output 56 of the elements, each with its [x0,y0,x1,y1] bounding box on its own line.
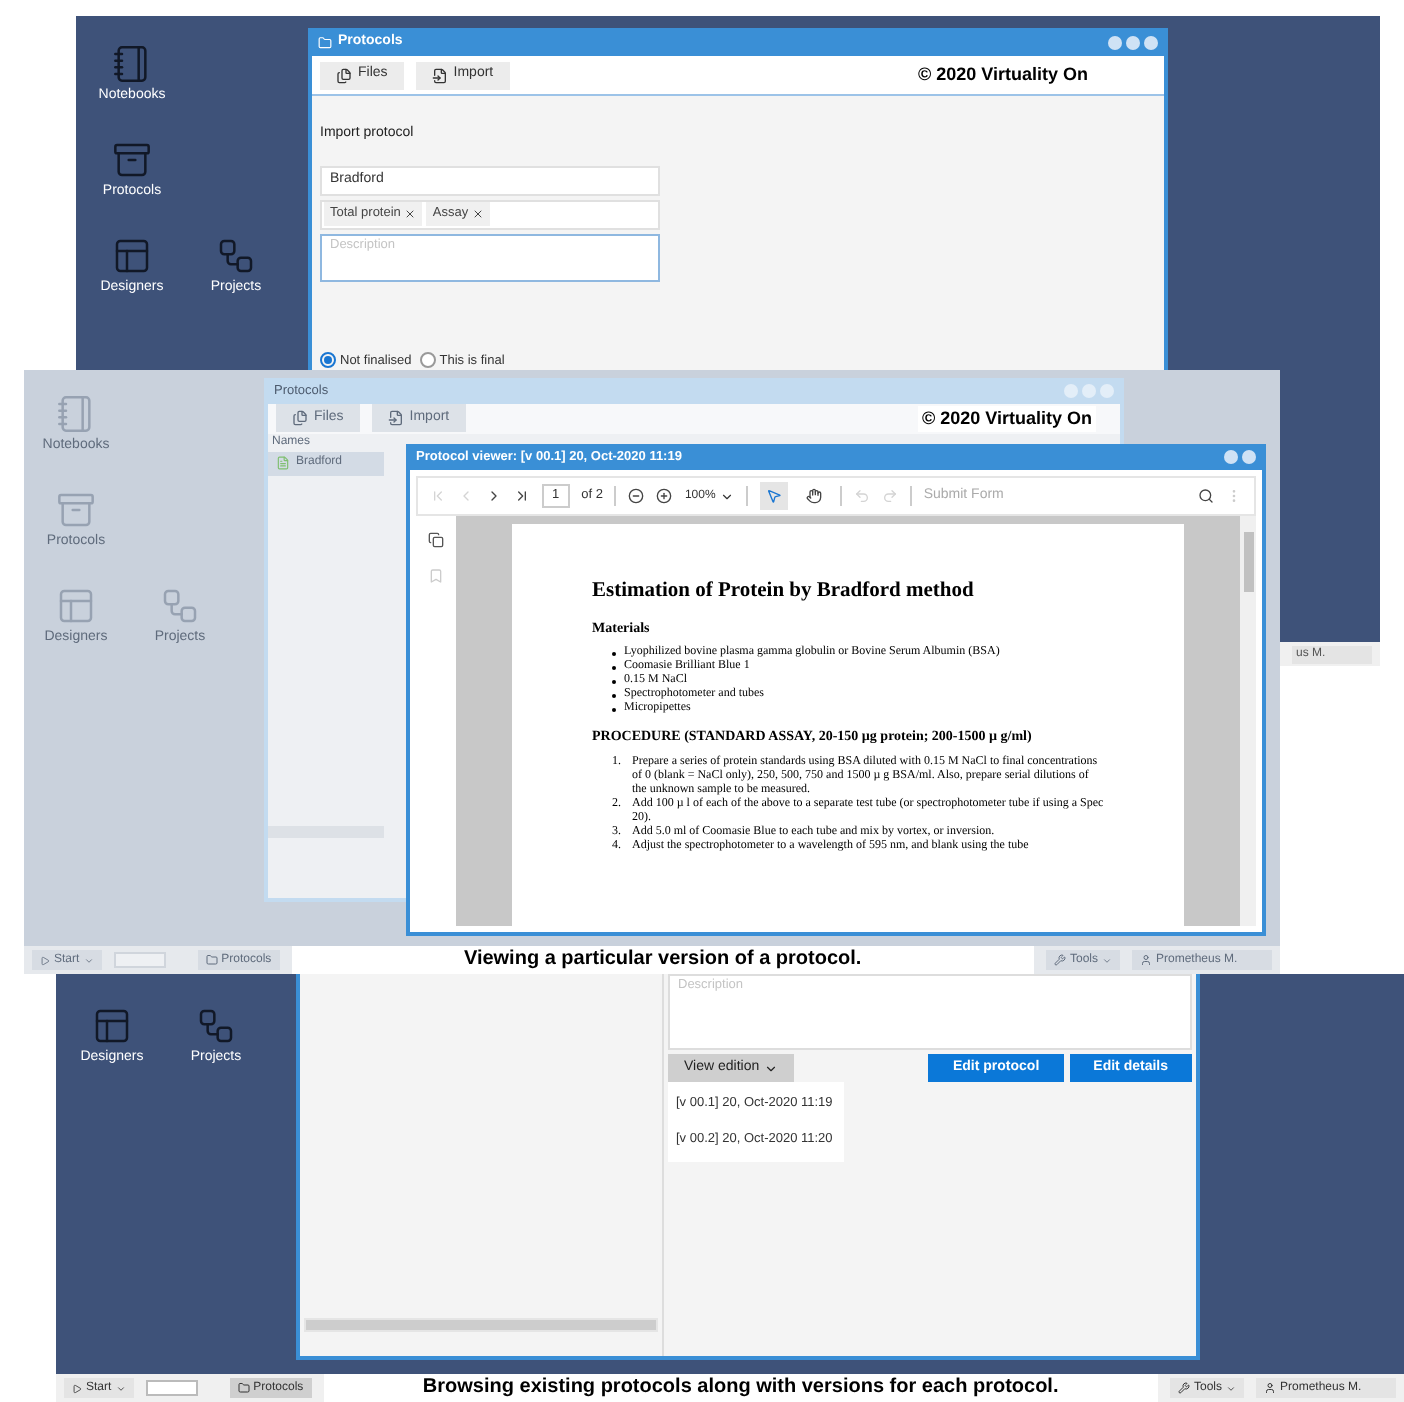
wrench-icon [1053,954,1066,966]
import-icon [387,410,404,427]
bookmark-icon[interactable] [428,568,444,584]
window-controls-icon[interactable] [1108,35,1158,49]
caret-icon [763,1061,778,1075]
folder-icon [205,954,218,966]
caret-icon [1226,1383,1236,1393]
search-icon[interactable] [1198,488,1214,504]
taskbar-field[interactable] [113,952,166,968]
close-icon[interactable] [472,208,485,220]
user-icon [1264,1382,1276,1394]
caret-icon [1102,955,1112,965]
zoom-in-icon[interactable] [656,488,673,504]
graph-icon [160,585,200,625]
files-icon [292,410,308,427]
hand-icon [805,488,822,504]
cursor-icon [765,488,782,504]
caption: Browsing existing protocols along with versions for each protocol. [323,1374,1158,1402]
folder-icon [318,35,332,49]
horizontal-scrollbar[interactable] [268,826,384,838]
close-icon[interactable] [404,208,417,220]
caption: Viewing a particular version of a protocol. [291,946,1034,974]
copyright-text: © 2020 Virtuality On [918,61,1088,88]
archive-icon [56,489,96,529]
document-title: Estimation of Protein by Bradford method [592,578,976,606]
next-page-icon[interactable] [486,488,502,504]
caret-icon [83,955,94,965]
copyright-text: © 2020 Virtuality On [918,405,1096,433]
zoom-out-icon[interactable] [628,488,645,504]
archive-icon [112,139,152,179]
notebook-icon [112,43,152,83]
wrench-icon [1177,1382,1190,1394]
window-controls-icon[interactable] [1224,450,1256,464]
last-page-icon[interactable] [514,488,530,504]
graph-icon [216,235,256,275]
radio-button[interactable] [320,352,336,369]
play-icon [72,1383,82,1393]
notebook-icon [56,393,96,433]
caret-icon [719,489,734,503]
files-icon [336,67,352,83]
taskbar-field[interactable] [145,1380,198,1396]
user-icon [1140,954,1152,966]
layout-icon [92,1005,132,1045]
folder-icon [237,1382,250,1394]
radio-button[interactable] [419,352,436,369]
play-icon [40,955,50,965]
thumbnails-icon[interactable] [428,532,444,548]
vertical-scrollbar[interactable] [1240,516,1256,926]
graph-icon [196,1005,236,1045]
select-tool-button[interactable] [759,482,788,510]
layout-icon [112,235,152,275]
horizontal-scrollbar[interactable] [304,1318,658,1332]
caret-icon [115,1383,126,1393]
import-icon [431,67,448,83]
layout-icon [56,585,96,625]
document-icon [276,456,290,471]
